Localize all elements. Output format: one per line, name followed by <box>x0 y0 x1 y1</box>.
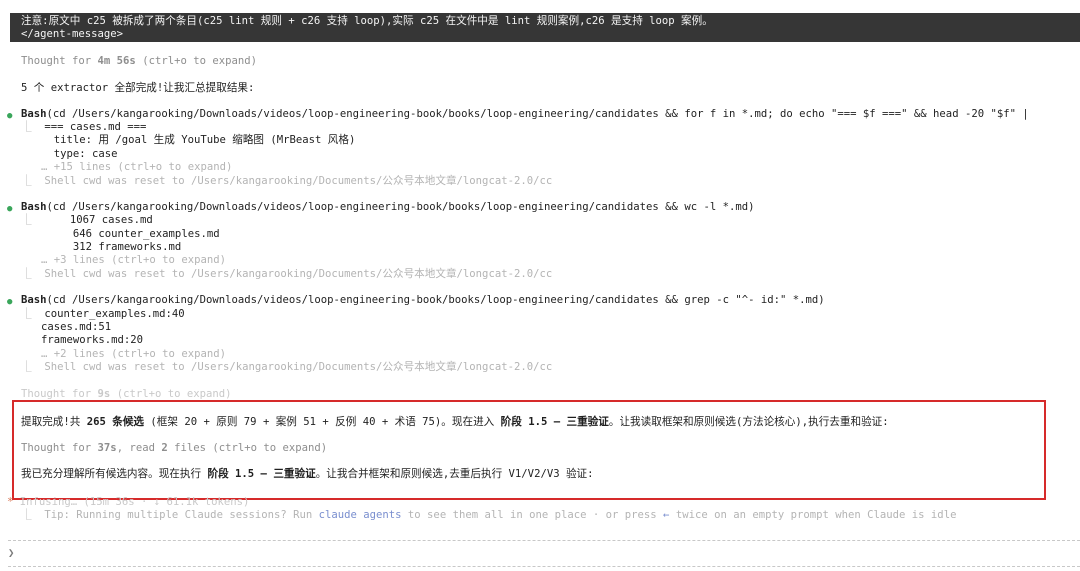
banner-line-1: 注意:原文中 c25 被拆成了两个条目(c25 lint 规则 + c26 支持… <box>21 15 713 27</box>
bash-output-2-line-3: 312 frameworks.md <box>41 241 182 253</box>
status-dot-icon: ● <box>7 111 13 121</box>
cwd-reset-2: ⎿ Shell cwd was reset to /Users/kangaroo… <box>21 268 553 280</box>
thought-collapsed[interactable]: Thought for 4m 56s (ctrl+o to expand) <box>21 55 257 68</box>
highlight-box: 提取完成!共 265 条候选 (框架 20 + 原则 79 + 案例 51 + … <box>12 400 1046 500</box>
bash-output-1-line-3: type: case <box>41 148 118 160</box>
bash-output-1-line-1: ⎿ === cases.md === <box>21 121 147 133</box>
status-dot-icon: ● <box>7 204 13 214</box>
prompt-input[interactable]: ❯ <box>8 547 14 560</box>
execute-verify-text: 我已充分理解所有候选内容。现在执行 阶段 1.5 — 三重验证。让我合并框架和原… <box>21 468 594 480</box>
tip-line: ⎿ Tip: Running multiple Claude sessions?… <box>21 509 957 521</box>
bash-output-3-line-1: ⎿ counter_examples.md:40 <box>21 308 185 320</box>
bash-output-1-line-2: title: 用 /goal 生成 YouTube 缩略图 (MrBeast 风… <box>41 134 356 146</box>
status-dot-icon: ● <box>7 297 13 307</box>
thought-read-files[interactable]: Thought for 37s, read 2 files (ctrl+o to… <box>21 442 327 455</box>
expand-lines-3[interactable]: … +2 lines (ctrl+o to expand) <box>41 348 226 361</box>
claude-agents-link[interactable]: claude agents <box>319 509 402 521</box>
bash-command-2[interactable]: Bash(cd /Users/kangarooking/Downloads/vi… <box>21 201 754 214</box>
prompt-divider-bottom <box>8 566 1080 567</box>
bash-output-3-line-3: frameworks.md:20 <box>41 334 144 346</box>
bash-output-2-line-2: 646 counter_examples.md <box>41 228 220 240</box>
extraction-complete-text: 提取完成!共 265 条候选 (框架 20 + 原则 79 + 案例 51 + … <box>21 416 889 428</box>
status-infusing: * Infusing… (15m 36s · ↓ 61.1k tokens) <box>7 496 250 508</box>
cwd-reset-3: ⎿ Shell cwd was reset to /Users/kangaroo… <box>21 361 553 373</box>
assistant-summary-text: 5 个 extractor 全部完成!让我汇总提取结果: <box>21 82 255 94</box>
bash-output-2-line-1: ⎿ 1067 cases.md <box>21 214 153 226</box>
expand-lines-2[interactable]: … +3 lines (ctrl+o to expand) <box>41 254 226 267</box>
expand-lines-1[interactable]: … +15 lines (ctrl+o to expand) <box>41 161 232 174</box>
banner-line-2: </agent-message> <box>21 28 124 40</box>
prompt-divider-top <box>8 540 1080 541</box>
bash-output-3-line-2: cases.md:51 <box>41 321 112 333</box>
agent-message-banner: 注意:原文中 c25 被拆成了两个条目(c25 lint 规则 + c26 支持… <box>10 13 1080 42</box>
bash-command-1[interactable]: Bash(cd /Users/kangarooking/Downloads/vi… <box>21 108 1029 121</box>
bash-command-3[interactable]: Bash(cd /Users/kangarooking/Downloads/vi… <box>21 294 825 307</box>
cwd-reset-1: ⎿ Shell cwd was reset to /Users/kangaroo… <box>21 175 553 187</box>
prompt-chevron-icon: ❯ <box>8 547 15 559</box>
